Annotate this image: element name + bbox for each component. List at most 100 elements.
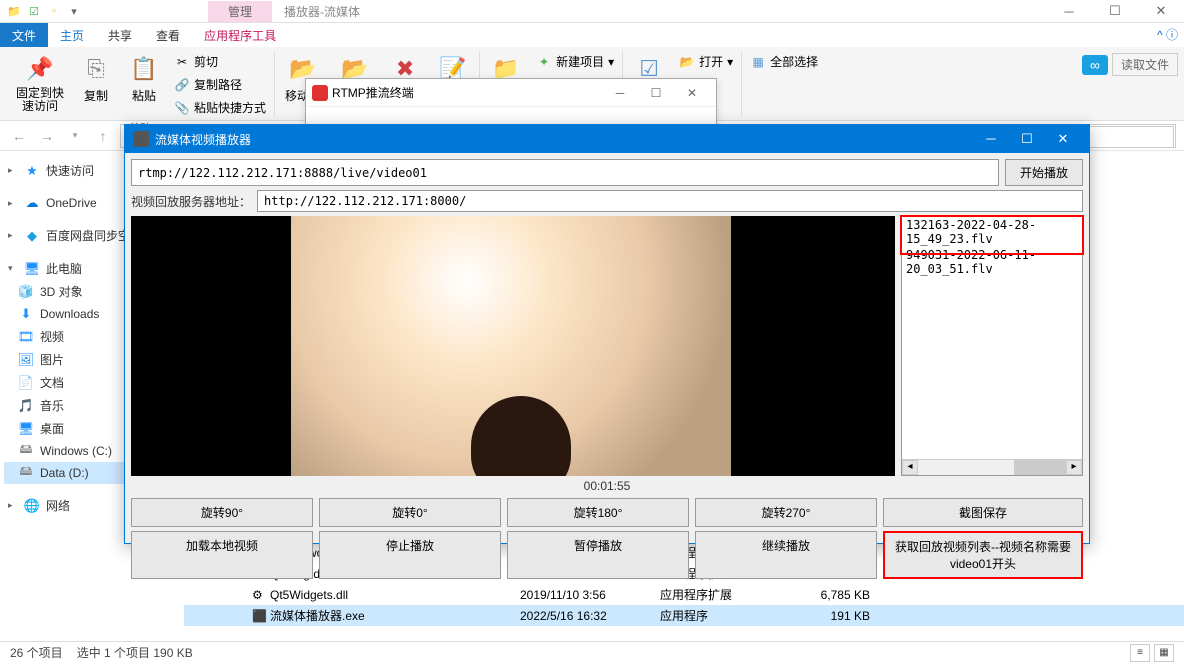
copy-icon: ⎘	[80, 53, 112, 85]
fetch-playlist-button[interactable]: 获取回放视频列表--视频名称需要video01开头	[883, 531, 1083, 579]
rtmp-window[interactable]: RTMP推流终端 ─ ☐ ✕	[305, 78, 717, 128]
rtmp-titlebar[interactable]: RTMP推流终端 ─ ☐ ✕	[306, 79, 716, 107]
replay-server-label: 视频回放服务器地址：	[131, 193, 251, 210]
shortcut-icon: 📎	[174, 100, 190, 116]
forward-button[interactable]: →	[36, 125, 58, 147]
new-item-icon: ✦	[536, 54, 552, 70]
network-icon: 🌐	[24, 498, 40, 514]
rtmp-title-text: RTMP推流终端	[332, 84, 414, 101]
recent-dropdown[interactable]: ▾	[64, 125, 86, 147]
open-button[interactable]: 📂打开 ▾	[675, 51, 737, 72]
replay-server-input[interactable]	[257, 190, 1083, 212]
picture-icon: 🖼	[18, 352, 34, 368]
screenshot-button[interactable]: 截图保存	[883, 498, 1083, 527]
pause-button[interactable]: 暂停播放	[507, 531, 689, 579]
close-button[interactable]: ✕	[1138, 0, 1184, 23]
pin-icon: 📌	[24, 53, 56, 85]
rtmp-maximize-button[interactable]: ☐	[638, 86, 674, 100]
player-window: 流媒体视频播放器 ─ ☐ ✕ 开始播放 视频回放服务器地址： 132163-20…	[124, 124, 1090, 544]
cloud-label: 读取文件	[1112, 53, 1178, 76]
tab-app-tools[interactable]: 应用程序工具	[192, 23, 288, 48]
start-play-button[interactable]: 开始播放	[1005, 159, 1083, 186]
rotate-180-button[interactable]: 旋转180°	[507, 498, 689, 527]
playlist-item[interactable]: 132163-2022-04-28-15_49_23.flv	[902, 217, 1082, 247]
status-selection: 选中 1 个项目 190 KB	[77, 644, 193, 661]
ribbon-tabs: 文件 主页 共享 查看 应用程序工具	[0, 23, 1184, 47]
status-bar: 26 个项目 选中 1 个项目 190 KB ≡ ▦	[0, 641, 1184, 663]
maximize-button[interactable]: ☐	[1092, 0, 1138, 23]
tab-home[interactable]: 主页	[48, 23, 96, 48]
cut-button[interactable]: ✂剪切	[170, 51, 270, 72]
copy-button[interactable]: ⎘复制	[74, 51, 118, 118]
video-viewport[interactable]	[131, 216, 895, 476]
document-icon: 📄	[18, 375, 34, 391]
view-icons-button[interactable]: ▦	[1154, 644, 1174, 662]
cloud-badge[interactable]: ∞ 读取文件	[1082, 53, 1178, 76]
playlist[interactable]: 132163-2022-04-28-15_49_23.flv 949031-20…	[901, 216, 1083, 476]
rtmp-close-button[interactable]: ✕	[674, 86, 710, 100]
checkbox-icon[interactable]: ☑	[26, 3, 42, 19]
folder-icon: 📁	[6, 3, 22, 19]
download-icon: ⬇	[18, 306, 34, 322]
player-app-icon	[133, 131, 149, 147]
pc-icon: 🖥	[24, 261, 40, 277]
player-minimize-button[interactable]: ─	[973, 131, 1009, 147]
rotate-90-button[interactable]: 旋转90°	[131, 498, 313, 527]
file-row[interactable]: ⚙Qt5Widgets.dll2019/11/10 3:56应用程序扩展6,78…	[184, 584, 1184, 605]
new-item-button[interactable]: ✦新建项目 ▾	[532, 51, 618, 72]
quick-access-toolbar: 📁 ☑ ▫ ▾	[0, 3, 88, 19]
playlist-scrollbar[interactable]: ◂ ▸	[902, 459, 1082, 475]
paste-icon: 📋	[128, 53, 160, 85]
back-button[interactable]: ←	[8, 125, 30, 147]
pin-button[interactable]: 📌固定到快 速访问	[10, 51, 70, 118]
load-local-button[interactable]: 加载本地视频	[131, 531, 313, 579]
file-row[interactable]: ⬛流媒体播放器.exe2022/5/16 16:32应用程序191 KB	[184, 605, 1184, 626]
paste-shortcut-button[interactable]: 📎粘贴快捷方式	[170, 97, 270, 118]
resume-button[interactable]: 继续播放	[695, 531, 877, 579]
baidu-icon: ◆	[24, 228, 40, 244]
context-tab-header: 管理	[208, 1, 272, 22]
scroll-right-icon[interactable]: ▸	[1066, 460, 1082, 475]
copy-path-button[interactable]: 🔗复制路径	[170, 74, 270, 95]
window-controls: ─ ☐ ✕	[1046, 0, 1184, 23]
up-button[interactable]: ↑	[92, 125, 114, 147]
rtmp-app-icon	[312, 85, 328, 101]
rtmp-minimize-button[interactable]: ─	[602, 86, 638, 100]
status-count: 26 个项目	[10, 644, 63, 661]
cloud-icon: ∞	[1082, 55, 1108, 75]
tab-share[interactable]: 共享	[96, 23, 144, 48]
rotate-270-button[interactable]: 旋转270°	[695, 498, 877, 527]
stream-url-input[interactable]	[131, 159, 999, 186]
tab-view[interactable]: 查看	[144, 23, 192, 48]
stop-button[interactable]: 停止播放	[319, 531, 501, 579]
playlist-item[interactable]: 949031-2022-06-11-20_03_51.flv	[902, 247, 1082, 277]
scroll-left-icon[interactable]: ◂	[902, 460, 918, 475]
player-titlebar[interactable]: 流媒体视频播放器 ─ ☐ ✕	[125, 125, 1089, 153]
player-title-text: 流媒体视频播放器	[155, 131, 251, 148]
tab-file[interactable]: 文件	[0, 23, 48, 48]
app-icon: ▫	[46, 3, 62, 19]
cube-icon: 🧊	[18, 284, 34, 300]
file-icon: ⚙	[252, 588, 270, 602]
drive-icon: 🖴	[18, 443, 34, 459]
paste-button[interactable]: 📋粘贴	[122, 51, 166, 118]
qat-dropdown-icon[interactable]: ▾	[66, 3, 82, 19]
path-icon: 🔗	[174, 77, 190, 93]
open-icon: 📂	[679, 54, 695, 70]
help-icon[interactable]: ^ ⓘ	[1157, 26, 1178, 43]
rotate-0-button[interactable]: 旋转0°	[319, 498, 501, 527]
video-icon: 🎞	[18, 329, 34, 345]
view-details-button[interactable]: ≡	[1130, 644, 1150, 662]
timecode: 00:01:55	[131, 476, 1083, 496]
window-title: 播放器-流媒体	[272, 3, 360, 20]
select-all-button[interactable]: ▦全部选择	[746, 51, 822, 72]
player-close-button[interactable]: ✕	[1045, 131, 1081, 147]
desktop-icon: 🖥	[18, 421, 34, 437]
music-icon: 🎵	[18, 398, 34, 414]
cloud-icon: ☁	[24, 195, 40, 211]
minimize-button[interactable]: ─	[1046, 0, 1092, 23]
scroll-thumb[interactable]	[1014, 460, 1066, 475]
scissors-icon: ✂	[174, 54, 190, 70]
star-icon: ★	[24, 163, 40, 179]
player-maximize-button[interactable]: ☐	[1009, 131, 1045, 147]
